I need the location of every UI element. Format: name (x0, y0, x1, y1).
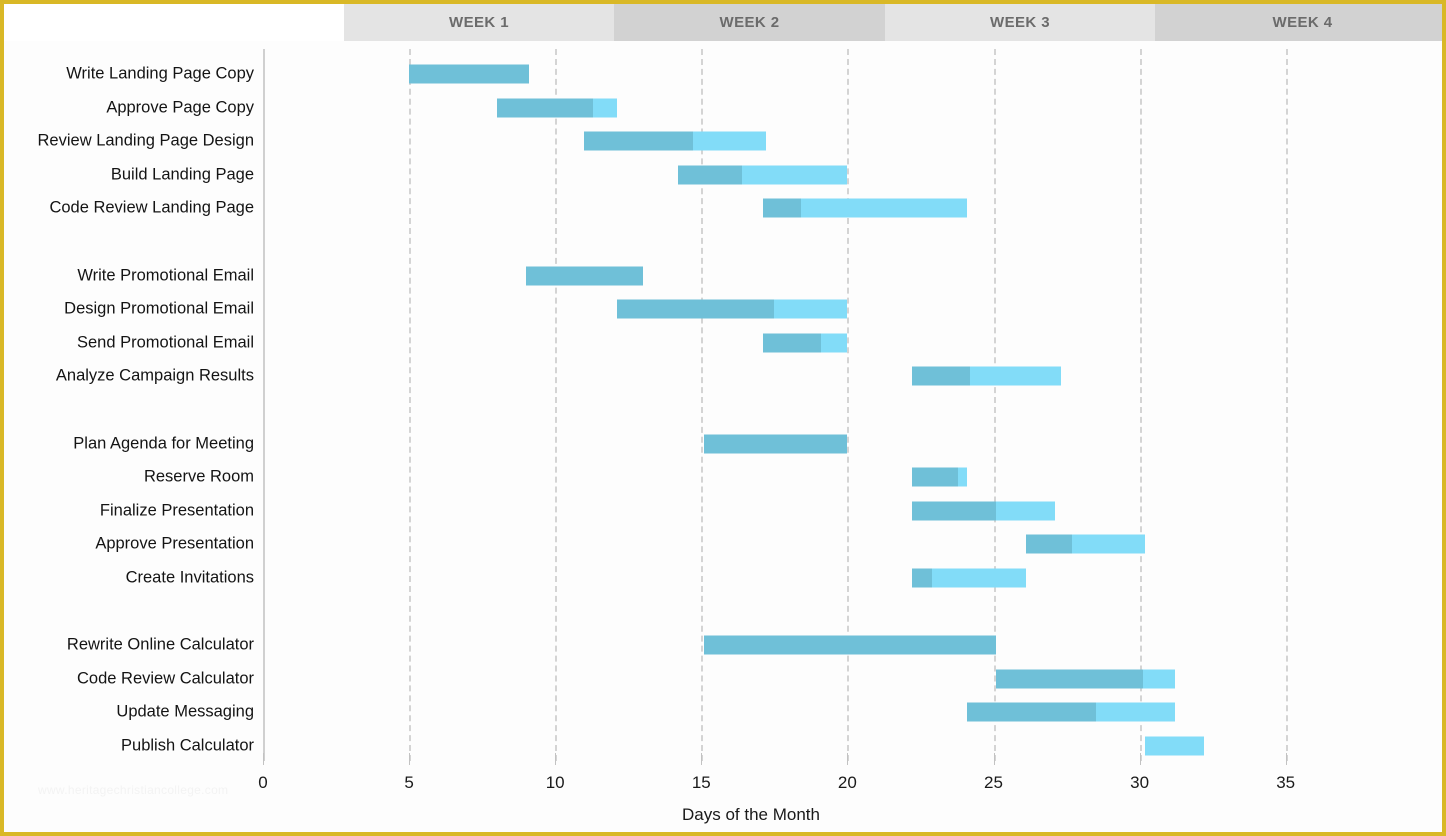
week-header-cell-2: WEEK 2 (614, 4, 885, 41)
week-header-label: WEEK 4 (1272, 14, 1333, 31)
x-axis-tick-15 (701, 753, 703, 765)
gridline-day-35 (1285, 49, 1288, 761)
x-axis-tick-0 (263, 753, 264, 765)
gantt-chart-page: WEEK 1 WEEK 2 WEEK 3 WEEK 4 Days of the Mon… (0, 0, 1446, 836)
task-label-4: Code Review Landing Page (49, 198, 254, 217)
task-bar-complete-1[interactable] (496, 98, 594, 118)
x-axis-tick-10 (555, 753, 557, 765)
task-bar-remaining-6[interactable] (774, 299, 848, 319)
task-bar-remaining-8[interactable] (970, 366, 1061, 386)
x-axis-tick-35 (1285, 753, 1287, 765)
week-header-cell-3: WEEK 3 (885, 4, 1155, 41)
x-axis-tick-label-0: 0 (258, 773, 268, 792)
x-axis-title-text: Days of the Month (682, 805, 820, 824)
x-axis-tick-20 (847, 753, 849, 765)
gridline-day-30 (1139, 49, 1142, 761)
task-label-0: Write Landing Page Copy (66, 64, 254, 83)
task-bar-remaining-16[interactable] (1095, 702, 1175, 722)
week-header-band: WEEK 1 WEEK 2 WEEK 3 WEEK 4 (4, 4, 1442, 41)
week-header-cell-4: WEEK 4 (1155, 4, 1442, 41)
task-bar-remaining-15[interactable] (1142, 669, 1175, 689)
task-bar-complete-5[interactable] (525, 266, 643, 286)
task-bar-remaining-7[interactable] (821, 333, 848, 353)
task-label-6: Design Promotional Email (64, 299, 254, 318)
task-label-7: Send Promotional Email (76, 333, 254, 352)
task-bar-remaining-2[interactable] (692, 131, 766, 151)
task-label-14: Rewrite Online Calculator (66, 635, 254, 654)
task-label-3: Build Landing Page (110, 165, 254, 184)
task-label-16: Update Messaging (116, 702, 254, 721)
x-axis-tick-25 (993, 753, 995, 765)
task-bar-complete-3[interactable] (677, 165, 743, 185)
watermark-text: www.heritagechristiancollege.com (38, 783, 229, 797)
task-bar-complete-0[interactable] (409, 64, 529, 84)
x-axis-title: Days of the Month (4, 805, 1442, 825)
task-bar-complete-13[interactable] (911, 568, 933, 588)
task-bar-remaining-4[interactable] (800, 198, 968, 218)
x-axis-tick-label-35: 35 (1276, 773, 1296, 792)
task-label-17: Publish Calculator (121, 736, 254, 755)
task-bar-complete-7[interactable] (762, 333, 822, 353)
task-bar-complete-4[interactable] (762, 198, 801, 218)
x-axis-tick-30 (1139, 753, 1141, 765)
x-axis-tick-label-10: 10 (545, 773, 565, 792)
task-bar-complete-16[interactable] (967, 702, 1096, 722)
task-bar-remaining-17[interactable] (1145, 736, 1204, 756)
x-axis-tick-label-15: 15 (691, 773, 711, 792)
x-axis-tick-label-20: 20 (837, 773, 857, 792)
gridline-day-5 (409, 49, 412, 761)
week-header-label: WEEK 2 (719, 14, 780, 31)
task-bar-complete-15[interactable] (996, 669, 1143, 689)
task-label-15: Code Review Calculator (77, 669, 254, 688)
task-bar-remaining-1[interactable] (593, 98, 617, 118)
task-label-11: Finalize Presentation (99, 501, 254, 520)
task-label-8: Analyze Campaign Results (55, 366, 254, 385)
task-bar-complete-2[interactable] (584, 131, 693, 151)
task-bar-remaining-11[interactable] (996, 501, 1055, 521)
task-label-2: Review Landing Page Design (37, 131, 254, 150)
task-label-13: Create Invitations (125, 568, 254, 587)
x-axis-tick-label-30: 30 (1130, 773, 1150, 792)
task-label-12: Approve Presentation (95, 534, 254, 553)
task-bar-remaining-12[interactable] (1072, 534, 1146, 554)
task-label-1: Approve Page Copy (106, 98, 254, 117)
task-bar-complete-12[interactable] (1025, 534, 1073, 554)
week-header-label: WEEK 1 (449, 14, 509, 31)
x-axis-tick-5 (409, 753, 411, 765)
task-label-9: Plan Agenda for Meeting (73, 434, 254, 453)
x-axis-tick-label-25: 25 (984, 773, 1003, 792)
week-header-label: WEEK 3 (990, 14, 1050, 31)
task-bar-remaining-13[interactable] (932, 568, 1026, 588)
task-bar-complete-9[interactable] (704, 434, 848, 454)
chart-plot-area: Days of the Month 0 5 10 15 20 25 30 35 Write La… (4, 41, 1442, 832)
task-bar-complete-10[interactable] (911, 467, 959, 487)
week-header-cell-1: WEEK 1 (344, 4, 614, 41)
y-axis-line (263, 49, 265, 761)
task-bar-complete-11[interactable] (911, 501, 997, 521)
task-bar-remaining-10[interactable] (958, 467, 968, 487)
task-bar-complete-8[interactable] (911, 366, 971, 386)
task-label-5: Write Promotional Email (77, 266, 254, 285)
task-bar-complete-14[interactable] (704, 635, 997, 655)
task-bar-remaining-3[interactable] (742, 165, 848, 185)
gridline-day-15 (701, 49, 704, 761)
x-axis-tick-label-5: 5 (404, 773, 414, 792)
gridline-day-10 (555, 49, 558, 761)
task-bar-complete-6[interactable] (616, 299, 775, 319)
task-label-10: Reserve Room (143, 467, 254, 486)
